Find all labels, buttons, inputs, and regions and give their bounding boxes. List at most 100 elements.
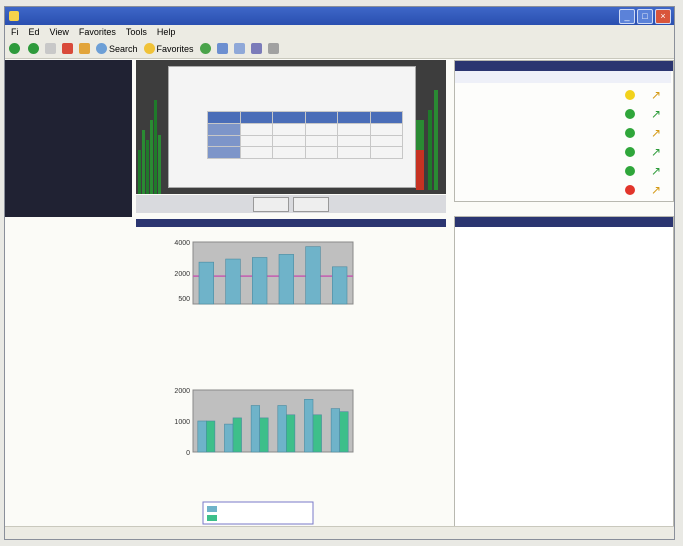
status-indicator-icon: [625, 128, 635, 138]
preview-cell: [337, 146, 371, 159]
preview-header-cell: [207, 111, 241, 124]
deco-bar: [158, 135, 161, 194]
browser-window: _ □ × Fi Ed View Favorites Tools Help Se…: [4, 6, 675, 540]
trend-arrow-icon: ↗: [650, 164, 661, 178]
title-bar: _ □ ×: [5, 7, 674, 25]
bar: [304, 398, 314, 453]
y-tick-label: 500: [178, 296, 190, 303]
preview-cell: [272, 134, 306, 148]
search-icon: [96, 43, 107, 54]
bar: [206, 420, 216, 453]
preview-cell: [239, 134, 273, 148]
minimize-button[interactable]: _: [619, 9, 635, 24]
menu-bar: Fi Ed View Favorites Tools Help: [5, 25, 674, 39]
deco-bar: [428, 110, 432, 190]
menu-favorites[interactable]: Favorites: [79, 25, 116, 39]
status-indicator-icon: [625, 109, 635, 119]
edit-icon[interactable]: [267, 43, 279, 54]
app-icon: [9, 11, 19, 21]
preview-cell: [337, 134, 371, 148]
close-button[interactable]: ×: [655, 9, 671, 24]
preview-table: [207, 111, 403, 159]
toolbar: Search Favorites: [5, 39, 674, 59]
preview-cell: [304, 146, 338, 159]
mail-icon[interactable]: [233, 43, 245, 54]
menu-file[interactable]: Fi: [11, 25, 19, 39]
deco-bar: [138, 150, 141, 194]
back-button[interactable]: [9, 43, 22, 54]
y-tick-label: 4000: [174, 240, 190, 247]
home-icon[interactable]: [79, 43, 90, 54]
status-indicator-icon: [625, 185, 635, 195]
trend-arrow-icon: ↗: [650, 145, 661, 159]
status-row[interactable]: ↗: [455, 180, 671, 202]
chart-panel-header: [136, 219, 446, 227]
next-slide-button[interactable]: [293, 196, 329, 212]
bar: [330, 408, 340, 453]
status-bar: [5, 526, 674, 539]
star-icon: [143, 43, 155, 54]
y-tick-label: 2000: [174, 388, 190, 395]
status-indicator-icon: [625, 166, 635, 176]
bar: [250, 405, 260, 453]
y-tick-label: 2000: [174, 271, 190, 278]
links-panel: [454, 216, 674, 530]
bar: [224, 423, 234, 453]
bar: [305, 246, 321, 305]
preview-cell: [272, 146, 306, 159]
bar: [232, 417, 242, 453]
bar: [312, 414, 322, 453]
legend-swatch: [207, 515, 217, 521]
preview-row-header: [207, 146, 241, 159]
bar: [332, 266, 348, 305]
preview-row-header: [207, 134, 241, 148]
preview-cell: [304, 134, 338, 148]
preview-dialog: [168, 66, 416, 188]
bar: [277, 405, 287, 453]
deco-bar: [434, 90, 438, 190]
preview-header-cell: [304, 111, 338, 124]
bar: [252, 257, 268, 305]
deco-bar: [142, 130, 145, 194]
preview-header-cell: [369, 111, 403, 124]
preview-cell: [304, 122, 338, 136]
page-content: ↗ ↗ ↗ ↗ ↗ ↗ 4000 2000 500 2000 1000 0: [5, 60, 674, 530]
history-icon[interactable]: [216, 43, 228, 54]
prev-slide-button[interactable]: [253, 196, 289, 212]
bar: [286, 414, 296, 453]
deco-bar: [416, 150, 424, 190]
menu-edit[interactable]: Ed: [29, 25, 40, 39]
status-panel-header: [455, 61, 673, 71]
status-panel-column-row: [455, 71, 671, 83]
deco-bar: [416, 120, 424, 150]
print-icon[interactable]: [250, 43, 262, 54]
bar: [198, 261, 214, 305]
menu-tools[interactable]: Tools: [126, 25, 147, 39]
plot-area: [192, 241, 354, 305]
slide-viewer: [136, 60, 446, 194]
preview-cell: [239, 122, 273, 136]
media-icon[interactable]: [199, 43, 211, 54]
preview-header-cell: [239, 111, 273, 124]
status-panel: ↗ ↗ ↗ ↗ ↗ ↗: [454, 60, 674, 202]
preview-cell: [337, 122, 371, 136]
forward-icon[interactable]: [28, 43, 39, 54]
y-tick-label: 1000: [174, 419, 190, 426]
preview-cell: [272, 122, 306, 136]
preview-row-header: [207, 122, 241, 136]
deco-bar: [146, 140, 149, 194]
y-tick-label: 0: [186, 450, 190, 457]
stop-icon[interactable]: [45, 43, 56, 54]
search-button[interactable]: Search: [96, 43, 138, 54]
preview-cell: [369, 134, 403, 148]
preview-cell: [239, 146, 273, 159]
trend-arrow-icon: ↗: [650, 183, 661, 197]
maximize-button[interactable]: □: [637, 9, 653, 24]
legend-swatch: [207, 506, 217, 512]
menu-view[interactable]: View: [50, 25, 69, 39]
trend-arrow-icon: ↗: [650, 107, 661, 121]
menu-help[interactable]: Help: [157, 25, 176, 39]
favorites-button[interactable]: Favorites: [143, 43, 194, 54]
bar-chart-top: 4000 2000 500: [174, 240, 354, 305]
refresh-icon[interactable]: [62, 43, 73, 54]
